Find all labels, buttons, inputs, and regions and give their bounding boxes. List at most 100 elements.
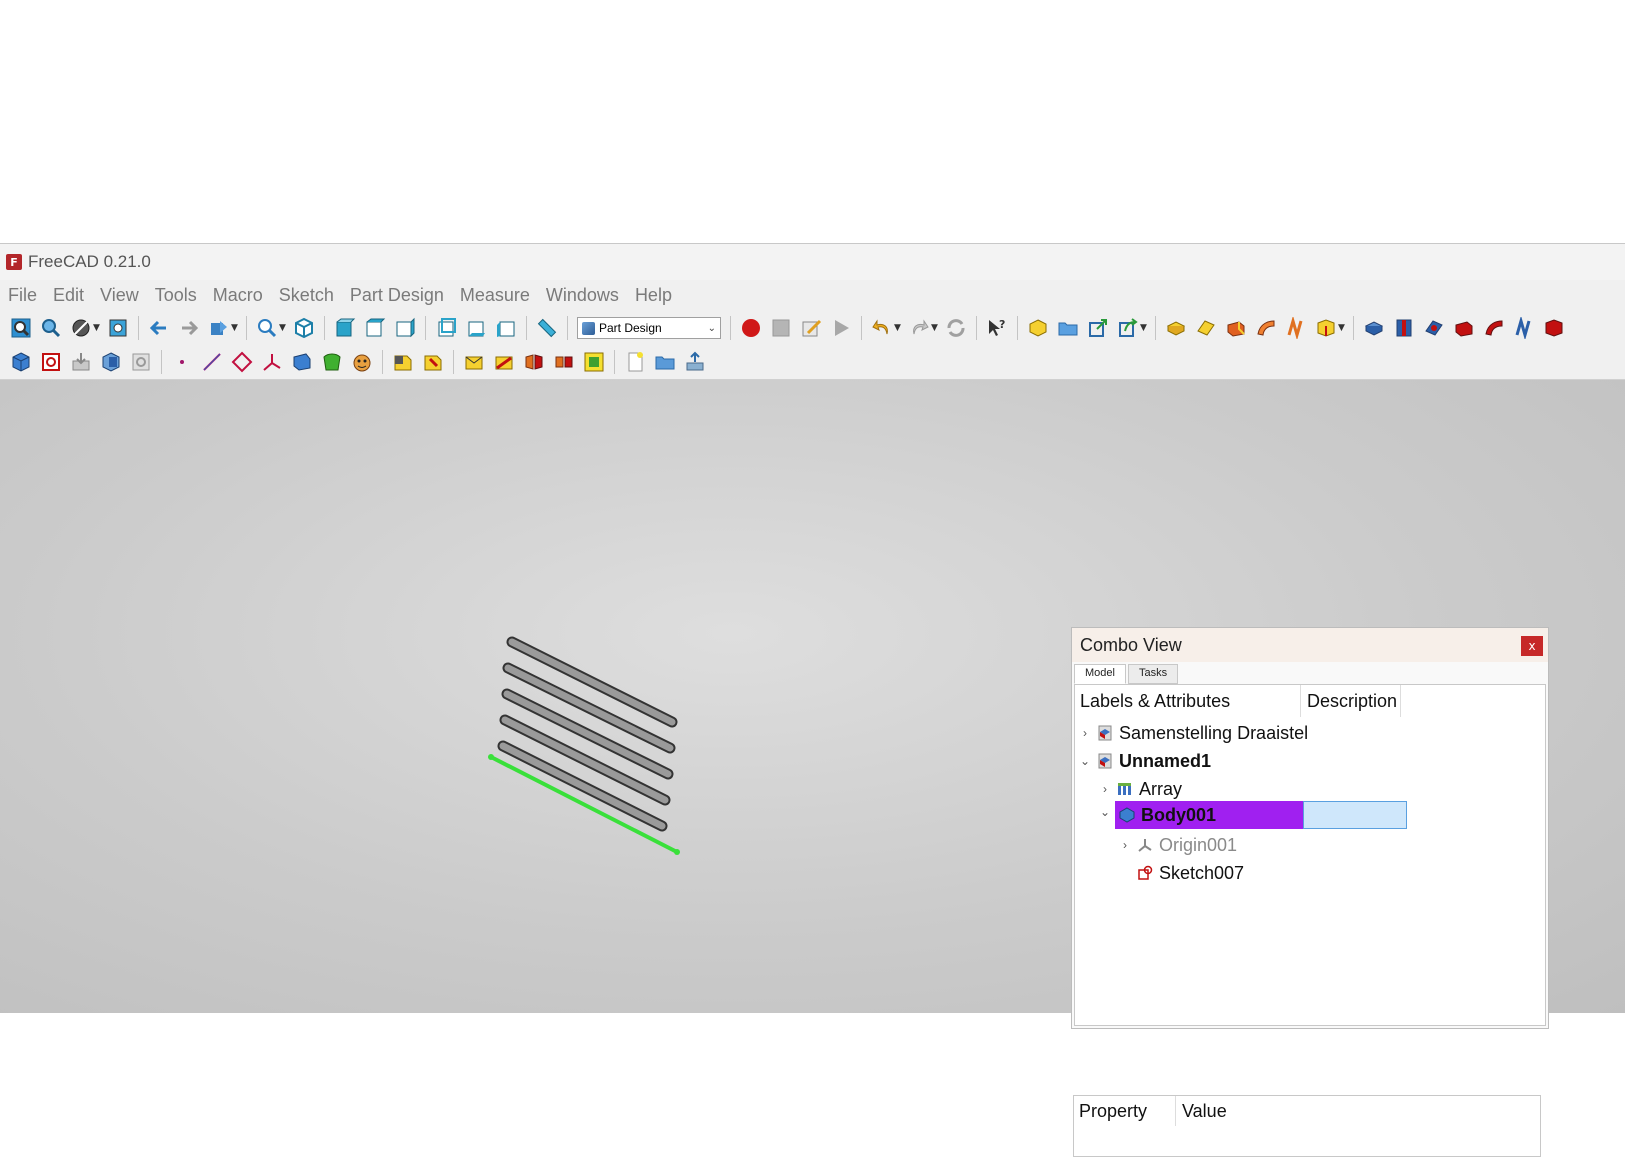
menu-measure[interactable]: Measure (452, 285, 538, 306)
bottom-view-icon[interactable] (463, 315, 489, 341)
front-view-icon[interactable] (332, 315, 358, 341)
isometric-view-icon[interactable] (291, 315, 317, 341)
workbench-selector[interactable]: Part Design ⌄ (577, 317, 721, 339)
shape-binder-icon[interactable] (98, 349, 124, 375)
menu-tools[interactable]: Tools (147, 285, 205, 306)
chevron-down-icon[interactable]: ▼ (93, 323, 101, 333)
whats-this-icon[interactable]: ? (984, 315, 1010, 341)
open-folder-icon[interactable] (652, 349, 678, 375)
datum-plane-icon[interactable] (229, 349, 255, 375)
zoom-icon[interactable] (254, 315, 280, 341)
macro-stop-icon[interactable] (768, 315, 794, 341)
linear-pattern-icon[interactable] (551, 349, 577, 375)
right-view-icon[interactable] (392, 315, 418, 341)
refresh-icon[interactable] (943, 315, 969, 341)
menu-edit[interactable]: Edit (45, 285, 92, 306)
redo-icon[interactable] (906, 315, 932, 341)
fillet-icon[interactable] (390, 349, 416, 375)
draw-style-icon[interactable] (68, 315, 94, 341)
additive-loft-icon[interactable] (1223, 315, 1249, 341)
chamfer-icon[interactable] (420, 349, 446, 375)
fit-selection-icon[interactable] (38, 315, 64, 341)
left-view-icon[interactable] (493, 315, 519, 341)
menu-sketch[interactable]: Sketch (271, 285, 342, 306)
menu-windows[interactable]: Windows (538, 285, 627, 306)
3d-viewport[interactable]: Combo View x Model Tasks Labels & Attrib… (0, 380, 1625, 1157)
additive-primitive-icon[interactable] (1313, 315, 1339, 341)
groove-icon[interactable] (1421, 315, 1447, 341)
datum-point-icon[interactable] (169, 349, 195, 375)
chevron-down-icon[interactable]: ▼ (931, 323, 939, 333)
header-description[interactable]: Description (1301, 685, 1401, 717)
chevron-down-icon[interactable]: ▼ (231, 323, 239, 333)
subtractive-helix-icon[interactable] (1511, 315, 1537, 341)
tab-model[interactable]: Model (1074, 664, 1126, 684)
revolution-icon[interactable] (1193, 315, 1219, 341)
chevron-down-icon[interactable]: ▼ (1140, 323, 1148, 333)
sub-shape-binder-icon[interactable] (289, 349, 315, 375)
chevron-down-icon[interactable]: ▼ (279, 323, 287, 333)
mascot-icon[interactable] (349, 349, 375, 375)
macro-record-icon[interactable] (738, 315, 764, 341)
additive-pipe-icon[interactable] (1253, 315, 1279, 341)
validate-sketch-icon[interactable] (68, 349, 94, 375)
tree-item-body001[interactable]: Body001 (1115, 801, 1303, 829)
sub-shape-binder-green-icon[interactable] (319, 349, 345, 375)
create-link-icon[interactable] (1085, 315, 1111, 341)
pad-icon[interactable] (1163, 315, 1189, 341)
link-actions-icon[interactable] (1115, 315, 1141, 341)
mirrored-icon[interactable] (521, 349, 547, 375)
undo-icon[interactable] (869, 315, 895, 341)
create-group-icon[interactable] (1055, 315, 1081, 341)
draft-icon[interactable] (461, 349, 487, 375)
chevron-right-icon[interactable]: › (1117, 838, 1133, 852)
chevron-down-icon[interactable]: ⌄ (1077, 754, 1093, 768)
header-labels-attributes[interactable]: Labels & Attributes (1075, 685, 1301, 717)
menu-view[interactable]: View (92, 285, 147, 306)
clone-icon[interactable] (128, 349, 154, 375)
chevron-down-icon[interactable]: ▼ (1338, 323, 1346, 333)
description-cell[interactable] (1303, 801, 1407, 829)
chevron-right-icon[interactable]: › (1077, 726, 1093, 740)
macro-edit-icon[interactable] (798, 315, 824, 341)
top-view-icon[interactable] (362, 315, 388, 341)
back-arrow-icon[interactable] (146, 315, 172, 341)
tree-item-unnamed1[interactable]: ⌄ Unnamed1 (1077, 747, 1211, 775)
tab-tasks[interactable]: Tasks (1127, 664, 1179, 684)
fit-all-icon[interactable] (8, 315, 34, 341)
pocket-icon[interactable] (1361, 315, 1387, 341)
subtractive-loft-icon[interactable] (1451, 315, 1477, 341)
menu-macro[interactable]: Macro (205, 285, 271, 306)
bounding-box-icon[interactable] (105, 315, 131, 341)
chevron-right-icon[interactable]: › (1097, 782, 1113, 796)
chevron-down-icon[interactable]: ▼ (894, 323, 902, 333)
tree-item-sketch007[interactable]: Sketch007 (1133, 859, 1244, 887)
tree-item-samenstelling-draaistel[interactable]: › Samenstelling Draaistel (1077, 719, 1308, 747)
create-part-icon[interactable] (1025, 315, 1051, 341)
multi-transform-icon[interactable] (581, 349, 607, 375)
close-button[interactable]: x (1521, 636, 1543, 656)
send-to-python-icon[interactable] (206, 315, 232, 341)
datum-line-icon[interactable] (199, 349, 225, 375)
menu-file[interactable]: File (0, 285, 45, 306)
subtractive-primitive-icon[interactable] (1541, 315, 1567, 341)
local-coordinate-system-icon[interactable] (259, 349, 285, 375)
save-icon[interactable] (682, 349, 708, 375)
header-property[interactable]: Property (1074, 1096, 1176, 1126)
new-document-icon[interactable] (622, 349, 648, 375)
hole-icon[interactable] (1391, 315, 1417, 341)
rear-view-icon[interactable] (433, 315, 459, 341)
forward-arrow-icon[interactable] (176, 315, 202, 341)
additive-helix-icon[interactable] (1283, 315, 1309, 341)
create-body-icon[interactable] (8, 349, 34, 375)
menu-help[interactable]: Help (627, 285, 680, 306)
chevron-down-icon[interactable]: ⌄ (1097, 805, 1113, 819)
create-sketch-icon[interactable] (38, 349, 64, 375)
header-value[interactable]: Value (1176, 1101, 1227, 1122)
menu-part-design[interactable]: Part Design (342, 285, 452, 306)
measure-ruler-icon[interactable] (534, 315, 560, 341)
tree-item-origin001[interactable]: › Origin001 (1117, 831, 1237, 859)
thickness-icon[interactable] (491, 349, 517, 375)
macro-play-icon[interactable] (828, 315, 854, 341)
subtractive-pipe-icon[interactable] (1481, 315, 1507, 341)
